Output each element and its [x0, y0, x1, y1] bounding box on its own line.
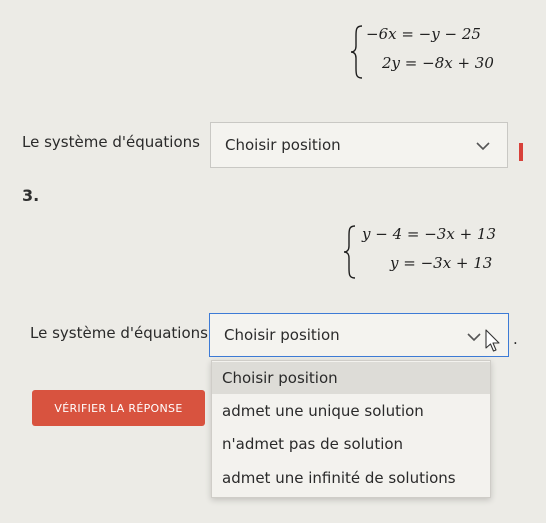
equation-system-2: y − 4 = −3x + 13 y = −3x + 13: [343, 222, 533, 282]
equation-system-1: −6x = −y − 25 2y = −8x + 30: [350, 22, 530, 82]
dropdown-option-label: Choisir position: [222, 369, 338, 387]
chevron-down-icon: [476, 142, 490, 151]
question-number: 3.: [22, 186, 40, 205]
dropdown-option-label: admet une infinité de solutions: [222, 469, 456, 487]
left-brace-icon: [350, 25, 363, 79]
system-1-position-select[interactable]: Choisir position: [210, 122, 508, 168]
dropdown-option-infinite-solutions[interactable]: admet une infinité de solutions: [212, 461, 490, 495]
system-2-equation-2: y = −3x + 13: [390, 254, 493, 272]
mouse-pointer-icon: [485, 329, 500, 352]
system-1-equation-1: −6x = −y − 25: [366, 25, 481, 43]
system-1-select-value: Choisir position: [225, 136, 341, 154]
left-brace-icon: [343, 225, 356, 279]
system-1-statement-label: Le système d'équations: [22, 133, 200, 151]
dropdown-option-label: admet une unique solution: [222, 402, 424, 420]
system-2-trailing-period: .: [513, 330, 518, 348]
verify-answer-button[interactable]: VÉRIFIER LA RÉPONSE: [32, 390, 205, 426]
system-2-position-select[interactable]: Choisir position: [209, 313, 509, 357]
system-1-equation-2: 2y = −8x + 30: [382, 54, 494, 72]
dropdown-option-no-solution[interactable]: n'admet pas de solution: [212, 428, 490, 460]
position-dropdown-list: Choisir position admet une unique soluti…: [211, 360, 491, 498]
system-2-statement-label: Le système d'équations: [30, 324, 208, 342]
system-2-select-value: Choisir position: [224, 326, 340, 344]
dropdown-option-label: n'admet pas de solution: [222, 435, 404, 453]
alert-marker: [519, 143, 523, 161]
dropdown-option-choose[interactable]: Choisir position: [212, 362, 490, 394]
verify-answer-button-label: VÉRIFIER LA RÉPONSE: [54, 401, 183, 415]
dropdown-option-unique-solution[interactable]: admet une unique solution: [212, 395, 490, 427]
chevron-down-icon: [467, 333, 481, 342]
system-2-equation-1: y − 4 = −3x + 13: [362, 225, 496, 243]
